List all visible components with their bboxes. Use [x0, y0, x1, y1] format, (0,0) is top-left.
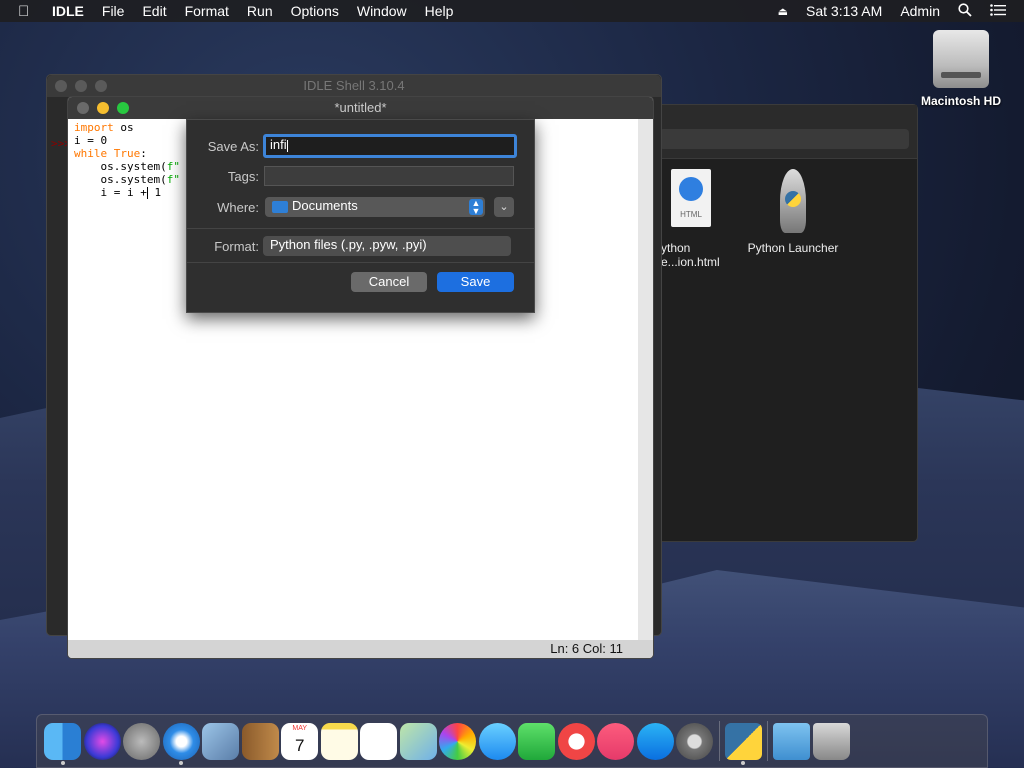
hard-drive-icon	[933, 30, 989, 88]
editor-status-bar: Ln: 6 Col: 11	[68, 640, 653, 658]
calendar-day: 7	[294, 735, 305, 755]
menu-help[interactable]: Help	[425, 3, 454, 19]
menu-window[interactable]: Window	[357, 3, 407, 19]
where-value: Documents	[292, 198, 358, 213]
app-menu[interactable]: IDLE	[52, 3, 84, 19]
contacts-icon[interactable]	[241, 722, 279, 760]
html-file-icon: HTML	[671, 169, 711, 227]
save-as-label: Save As:	[207, 139, 259, 154]
dock: MAY 7	[36, 714, 988, 768]
where-label: Where:	[217, 200, 259, 215]
notes-icon[interactable]	[320, 722, 358, 760]
cancel-button[interactable]: Cancel	[351, 272, 427, 292]
editor-minimize-button[interactable]	[97, 102, 109, 114]
app-store-icon[interactable]	[636, 722, 674, 760]
save-as-input[interactable]: infi	[263, 134, 517, 158]
where-popup[interactable]: Documents ▲ ▼	[265, 197, 485, 217]
macintosh-hd-desktop-icon[interactable]: Macintosh HD	[916, 30, 1006, 108]
format-label: Format:	[214, 239, 259, 254]
folder-icon	[272, 200, 288, 213]
finder-search-field[interactable]	[659, 129, 909, 149]
save-dialog: Save As: infi Tags: Where: Documents ▲ ▼ …	[186, 119, 535, 313]
safari-icon[interactable]	[162, 722, 200, 760]
reminders-icon[interactable]	[360, 722, 398, 760]
menu-bar:  IDLE File Edit Format Run Options Wind…	[0, 0, 1024, 22]
save-button[interactable]: Save	[437, 272, 514, 292]
format-value: Python files (.py, .pyw, .pyi)	[270, 237, 427, 252]
editor-title-bar: *untitled*	[68, 97, 653, 119]
running-indicator	[60, 761, 65, 765]
where-stepper-icon: ▲ ▼	[469, 199, 483, 216]
shell-title-bar: IDLE Shell 3.10.4	[47, 75, 661, 97]
downloads-icon[interactable]	[773, 722, 811, 760]
menu-format[interactable]: Format	[185, 3, 229, 19]
menubar-user[interactable]: Admin	[900, 3, 940, 19]
calendar-month: MAY	[292, 724, 308, 732]
trash-icon[interactable]	[812, 722, 850, 760]
tags-label: Tags:	[227, 169, 259, 184]
macintosh-hd-label: Macintosh HD	[920, 94, 1001, 108]
photos-icon[interactable]	[439, 722, 477, 760]
finder-window: HTML ython e...ion.html Python Launcher	[640, 104, 918, 542]
editor-zoom-button[interactable]	[117, 102, 129, 114]
spotlight-search-icon[interactable]	[958, 2, 972, 20]
facetime-icon[interactable]	[518, 722, 556, 760]
python-launcher-label: Python Launcher	[747, 241, 839, 255]
system-preferences-icon[interactable]	[676, 722, 714, 760]
menu-edit[interactable]: Edit	[142, 3, 166, 19]
finder-icon[interactable]	[44, 722, 82, 760]
save-as-value: infi	[270, 137, 287, 152]
news-icon[interactable]	[557, 722, 595, 760]
calendar-icon[interactable]: MAY 7	[281, 722, 319, 760]
shell-close-button[interactable]	[55, 80, 67, 92]
messages-icon[interactable]	[478, 722, 516, 760]
dialog-separator	[187, 228, 534, 229]
editor-title: *untitled*	[334, 100, 387, 115]
shell-title: IDLE Shell 3.10.4	[303, 78, 405, 93]
launchpad-icon[interactable]	[123, 722, 161, 760]
editor-scrollbar[interactable]	[638, 119, 653, 642]
format-popup[interactable]: Python files (.py, .pyw, .pyi)	[263, 236, 511, 256]
editor-close-button[interactable]	[77, 102, 89, 114]
notification-center-icon[interactable]	[990, 3, 1006, 19]
python-launcher-icon[interactable]	[724, 722, 762, 760]
tags-input[interactable]	[264, 166, 514, 186]
menu-file[interactable]: File	[102, 3, 125, 19]
dialog-separator-2	[187, 262, 534, 263]
running-indicator	[179, 761, 184, 765]
menu-options[interactable]: Options	[291, 3, 339, 19]
shell-minimize-button[interactable]	[75, 80, 87, 92]
html-badge: HTML	[680, 210, 702, 219]
eject-icon[interactable]: ⏏	[778, 5, 788, 18]
python-launcher-item[interactable]: Python Launcher	[733, 169, 853, 255]
music-icon[interactable]	[597, 722, 635, 760]
finder-toolbar	[641, 105, 917, 159]
siri-icon[interactable]	[83, 722, 121, 760]
apple-menu-icon[interactable]: 	[18, 3, 38, 20]
maps-icon[interactable]	[399, 722, 437, 760]
python-launcher-rocket-icon	[780, 169, 806, 233]
menubar-clock[interactable]: Sat 3:13 AM	[806, 3, 882, 19]
expand-dialog-button[interactable]: ⌄	[494, 197, 514, 217]
dock-separator	[718, 721, 720, 761]
safari-compass-icon	[679, 177, 703, 201]
mail-icon[interactable]	[202, 722, 240, 760]
dock-separator-2	[767, 721, 768, 761]
shell-zoom-button[interactable]	[95, 80, 107, 92]
running-indicator	[741, 761, 746, 765]
menu-run[interactable]: Run	[247, 3, 273, 19]
